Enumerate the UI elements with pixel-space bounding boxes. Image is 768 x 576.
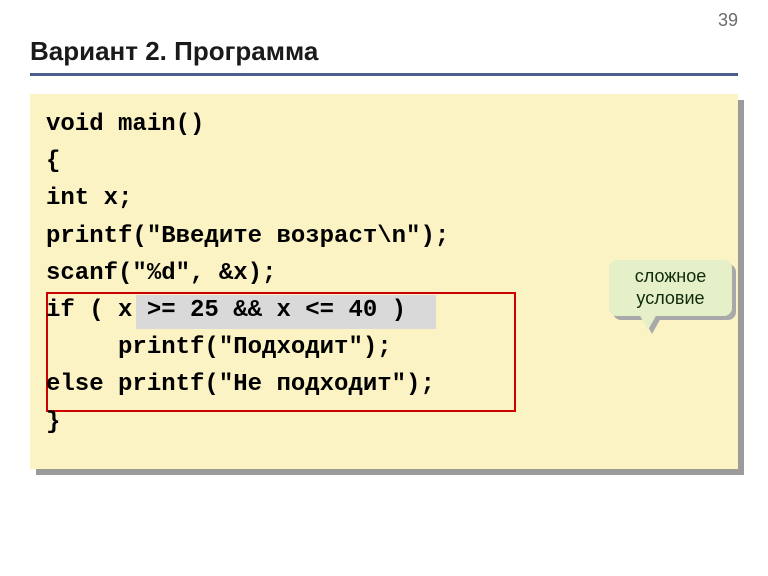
callout-text-line1: сложное xyxy=(623,266,718,288)
callout-text-line2: условие xyxy=(623,288,718,310)
code-line-4: printf("Введите возраст\n"); xyxy=(46,218,722,255)
code-line-1: void main() xyxy=(46,106,722,143)
code-line-9: } xyxy=(46,404,722,441)
callout-box: сложное условие xyxy=(609,260,732,316)
code-line-3: int x; xyxy=(46,180,722,217)
page-number: 39 xyxy=(718,10,738,31)
code-line-8: else printf("Не подходит"); xyxy=(46,366,722,403)
title-underline xyxy=(30,73,738,76)
callout-annotation: сложное условие xyxy=(609,260,732,316)
slide-title: Вариант 2. Программа xyxy=(30,36,738,67)
code-line-7: printf("Подходит"); xyxy=(46,329,722,366)
callout-tail xyxy=(639,314,657,330)
code-line-2: { xyxy=(46,143,722,180)
